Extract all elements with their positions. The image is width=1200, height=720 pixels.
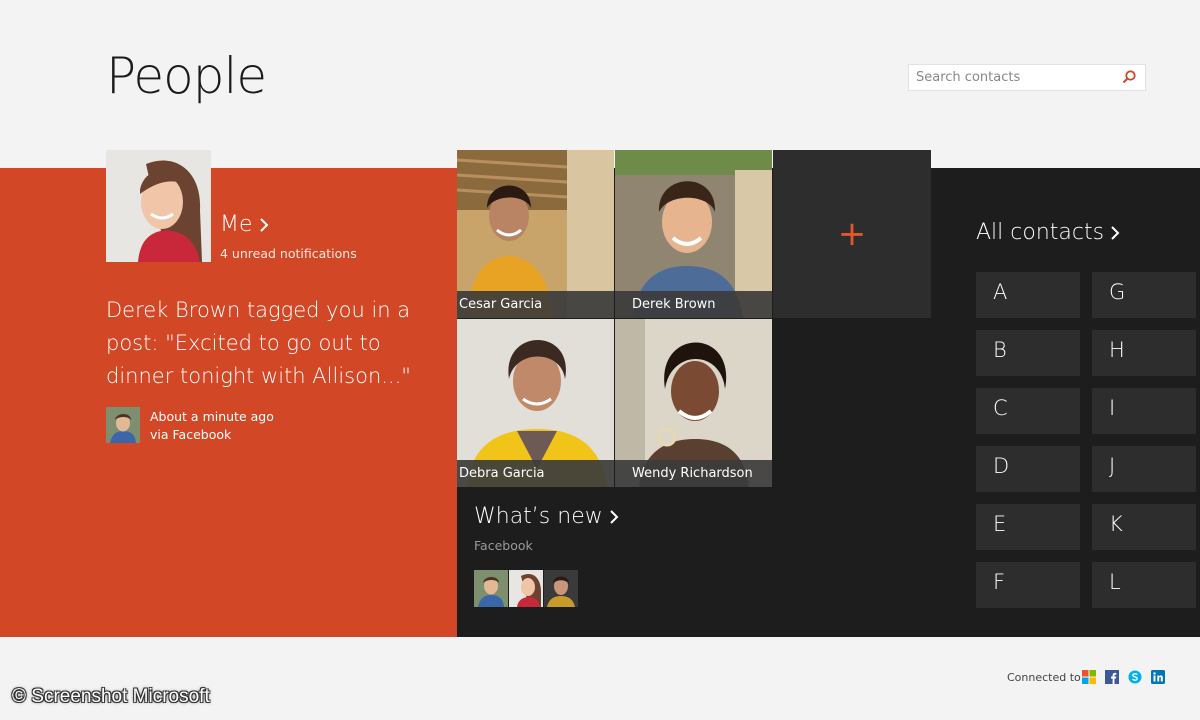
whats-new-source: Facebook	[474, 538, 533, 553]
contact-tile-wendy-richardson[interactable]: Wendy Richardson	[615, 319, 772, 487]
letter-tile-e[interactable]: E	[976, 504, 1080, 550]
letter-tile-j[interactable]: J	[1092, 446, 1196, 492]
windows-icon[interactable]	[1082, 670, 1096, 684]
contact-name: Debra Garcia	[457, 460, 614, 487]
all-contacts-link[interactable]: All contacts	[976, 218, 1120, 248]
contact-name: Cesar Garcia	[457, 291, 614, 318]
me-link[interactable]: Me	[220, 210, 269, 240]
page-title: People	[106, 47, 267, 105]
me-notification-count: 4 unread notifications	[220, 246, 357, 261]
linkedin-icon[interactable]	[1151, 670, 1165, 684]
avatar[interactable]	[544, 570, 578, 607]
chevron-right-icon	[259, 218, 268, 232]
letter-tile-l[interactable]: L	[1092, 562, 1196, 608]
avatar[interactable]	[509, 570, 543, 607]
skype-icon[interactable]	[1128, 670, 1142, 684]
notification-time: About a minute ago	[150, 409, 274, 424]
add-contact-button[interactable]: +	[773, 150, 931, 318]
letter-tile-g[interactable]: G	[1092, 272, 1196, 318]
plus-icon: +	[837, 214, 867, 254]
chevron-right-icon	[1111, 226, 1120, 240]
search-icon[interactable]	[1121, 69, 1137, 85]
letter-tile-c[interactable]: C	[976, 388, 1080, 434]
chevron-right-icon	[610, 510, 619, 524]
letter-tile-k[interactable]: K	[1092, 504, 1196, 550]
contact-tile-debra-garcia[interactable]: Debra Garcia	[457, 319, 614, 487]
me-avatar[interactable]	[106, 150, 211, 262]
notification-text[interactable]: Derek Brown tagged you in a post: "Excit…	[106, 294, 436, 393]
contact-tile-derek-brown[interactable]: Derek Brown	[615, 150, 772, 318]
letter-tile-a[interactable]: A	[976, 272, 1080, 318]
contact-name: Wendy Richardson	[615, 460, 772, 487]
contact-name: Derek Brown	[615, 291, 772, 318]
letter-tile-i[interactable]: I	[1092, 388, 1196, 434]
facebook-icon[interactable]	[1105, 670, 1119, 684]
avatar[interactable]	[474, 570, 508, 607]
watermark: © Screenshot Microsoft	[12, 686, 210, 707]
whats-new-link[interactable]: What’s new	[474, 502, 619, 532]
connected-to-label: Connected to	[1007, 671, 1081, 684]
notification-avatar[interactable]	[106, 407, 140, 443]
whats-new-avatars	[474, 570, 578, 607]
letter-tile-d[interactable]: D	[976, 446, 1080, 492]
contact-tile-cesar-garcia[interactable]: Cesar Garcia	[457, 150, 614, 318]
search-input[interactable]	[909, 65, 1116, 90]
letter-tile-b[interactable]: B	[976, 330, 1080, 376]
letter-tile-f[interactable]: F	[976, 562, 1080, 608]
notification-source: via Facebook	[150, 427, 232, 442]
letter-tile-h[interactable]: H	[1092, 330, 1196, 376]
search-box[interactable]	[908, 64, 1146, 91]
all-contacts-label: All contacts	[976, 220, 1105, 245]
whats-new-label: What’s new	[474, 504, 603, 529]
notification-meta: About a minute ago via Facebook	[150, 408, 274, 444]
me-label: Me	[220, 212, 253, 237]
